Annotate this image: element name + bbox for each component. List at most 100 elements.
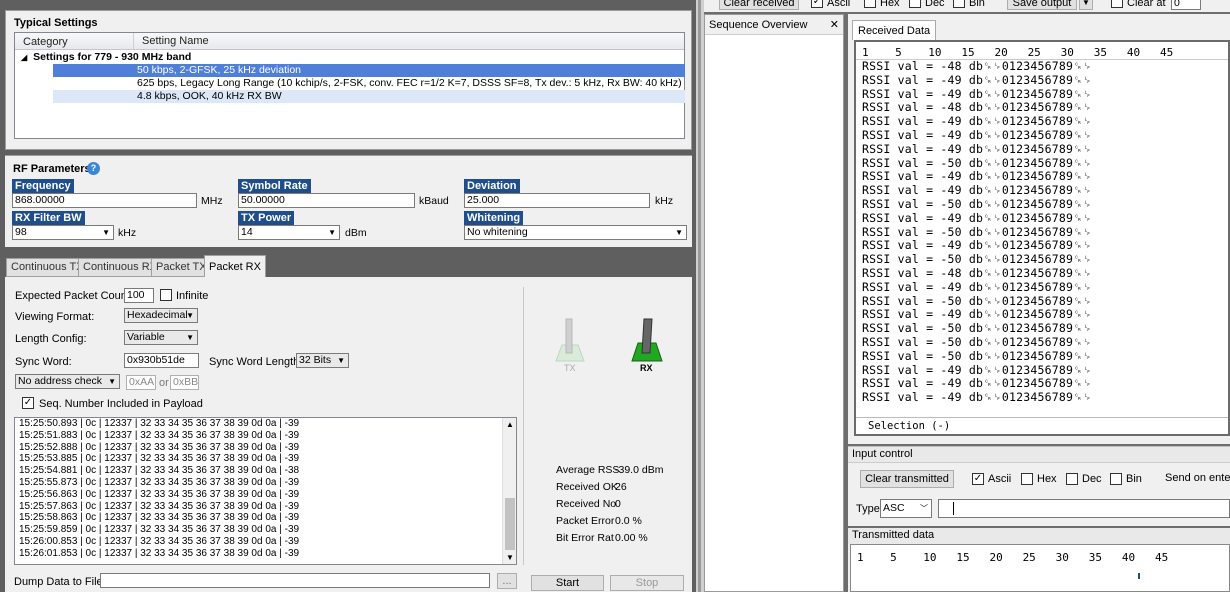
stop-button[interactable]: Stop — [610, 575, 684, 591]
packet-log[interactable]: 15:25:50.893 | 0c | 12337 | 32 33 34 35 … — [14, 417, 517, 565]
deviation-input[interactable]: 25.000 — [464, 193, 650, 208]
col-setting-header[interactable]: Setting Name — [133, 33, 209, 50]
dropdown-arrow-icon: ﹀ — [920, 504, 928, 513]
infinite-checkbox[interactable] — [160, 289, 172, 301]
scroll-up-icon[interactable]: ▲ — [506, 420, 514, 429]
collapse-triangle-icon[interactable]: ◢ — [21, 53, 27, 62]
bin-checkbox[interactable] — [1110, 473, 1122, 485]
address-2-input[interactable]: 0xBB — [170, 375, 199, 390]
whitening-select[interactable]: No whitening ▼ — [464, 225, 687, 240]
packet-log-line: 15:25:59.859 | 0c | 12337 | 32 33 34 35 … — [19, 524, 300, 536]
packet-log-scrollbar[interactable]: ▲ ▼ — [502, 418, 516, 564]
stat-label: Received OK — [556, 481, 618, 493]
transmit-input[interactable] — [938, 499, 1230, 518]
address-check-select[interactable]: No address check ▼ — [15, 374, 120, 389]
received-line: RSSI val = -49 db␍␊0123456789␍␊ — [862, 210, 1092, 225]
rx-switch-icon[interactable]: RX — [628, 315, 668, 375]
length-config-select[interactable]: Variable ▼ — [124, 330, 198, 345]
ascii-label: Ascii — [988, 473, 1012, 485]
length-config-value: Variable — [127, 331, 165, 343]
scroll-thumb[interactable] — [505, 498, 515, 550]
seq-number-checkbox[interactable]: ✓ — [22, 397, 34, 409]
received-data-view[interactable]: 1 5 10 15 20 25 30 35 40 45 RSSI val = -… — [854, 40, 1230, 436]
tab-continuous-rx[interactable]: Continuous RX — [78, 258, 162, 277]
sync-word-input[interactable]: 0x930b51de — [124, 353, 199, 368]
setting-row-selected[interactable]: 50 kbps, 2-GFSK, 25 kHz deviation — [53, 64, 685, 77]
type-select[interactable]: ASC ﹀ — [880, 499, 932, 518]
dropdown-arrow-icon: ▼ — [186, 333, 194, 342]
clear-transmitted-button[interactable]: Clear transmitted — [860, 470, 954, 488]
stat-label: Received No — [556, 498, 617, 510]
clear-received-button[interactable]: Clear received — [719, 0, 799, 10]
seq-number-label: Seq. Number Included in Payload — [39, 398, 203, 410]
tab-continuous-tx[interactable]: Continuous TX — [6, 258, 89, 277]
address-1-input[interactable]: 0xAA — [126, 375, 156, 390]
hex-label: Hex — [1037, 473, 1057, 485]
typical-settings-title: Typical Settings — [14, 17, 98, 29]
start-button[interactable]: Start — [531, 575, 604, 591]
received-line: RSSI val = -48 db␍␊0123456789␍␊ — [862, 265, 1092, 280]
group-label: Settings for 779 - 930 MHz band — [33, 51, 192, 63]
tab-packet-tx[interactable]: Packet TX — [151, 258, 212, 277]
viewing-format-select[interactable]: Hexadecimal ▼ — [124, 308, 198, 323]
rf-parameters-title: RF Parameters — [13, 163, 91, 175]
clear-at-checkbox[interactable] — [1111, 0, 1123, 8]
typical-settings-grid: Category Setting Name ◢ Settings for 779 … — [14, 32, 685, 139]
tab-packet-rx[interactable]: Packet RX — [204, 255, 266, 278]
tx-switch-icon[interactable]: TX — [550, 315, 590, 375]
received-data-panel: Received Data 1 5 10 15 20 25 30 35 40 4… — [848, 14, 1230, 444]
save-output-button[interactable]: Save output — [1007, 0, 1077, 10]
typical-settings-panel: Typical Settings Category Setting Name ◢… — [5, 10, 692, 150]
tx-cursor-mark — [1138, 573, 1140, 579]
received-line: RSSI val = -50 db␍␊0123456789␍␊ — [862, 321, 1092, 336]
selection-status: Selection (-) — [868, 420, 951, 432]
setting-row[interactable]: 4.8 kbps, OOK, 40 kHz RX BW — [53, 90, 685, 103]
received-line: RSSI val = -50 db␍␊0123456789␍␊ — [862, 348, 1092, 363]
rx-filter-bw-label: RX Filter BW — [12, 211, 85, 225]
packet-log-line: 15:25:56.863 | 0c | 12337 | 32 33 34 35 … — [19, 488, 300, 500]
tx-power-select[interactable]: 14 ▼ — [238, 225, 340, 240]
setting-row[interactable]: 625 bps, Legacy Long Range (10 kchip/s, … — [53, 77, 685, 90]
browse-button[interactable]: ... — [497, 573, 517, 589]
dump-file-input[interactable] — [100, 573, 490, 588]
received-line: RSSI val = -49 db␍␊0123456789␍␊ — [862, 238, 1092, 253]
save-output-dropdown-icon[interactable]: ▼ — [1079, 0, 1093, 10]
dropdown-arrow-icon: ▼ — [337, 356, 345, 365]
clear-at-input[interactable]: 0 — [1171, 0, 1201, 10]
scroll-down-icon[interactable]: ▼ — [506, 553, 514, 562]
setting-row-label: 625 bps, Legacy Long Range (10 kchip/s, … — [137, 77, 682, 89]
bin-checkbox[interactable] — [953, 0, 965, 8]
dec-checkbox[interactable] — [909, 0, 921, 8]
symbol-rate-unit: kBaud — [419, 195, 449, 207]
stat-value: 0.00 % — [615, 532, 648, 544]
type-value: ASC — [883, 502, 905, 514]
rx-filter-bw-value: 98 — [15, 226, 27, 238]
transmitted-data-view[interactable]: 1 5 10 15 20 25 30 35 40 45 — [850, 544, 1230, 592]
ascii-checkbox[interactable]: ✓ — [811, 0, 823, 8]
dropdown-arrow-icon: ▼ — [102, 228, 110, 237]
bin-label: Bin — [1126, 473, 1142, 485]
col-category-header[interactable]: Category — [23, 36, 68, 48]
symbol-rate-input[interactable]: 50.00000 — [238, 193, 415, 208]
hex-checkbox[interactable] — [1021, 473, 1033, 485]
ascii-label: Ascii — [827, 0, 851, 9]
help-icon[interactable]: ? — [87, 162, 100, 175]
whitening-label: Whitening — [464, 211, 524, 225]
type-label: Type — [856, 503, 880, 515]
frequency-input[interactable]: 868.00000 — [12, 193, 197, 208]
rx-filter-bw-select[interactable]: 98 ▼ — [12, 225, 114, 240]
tx-power-unit: dBm — [345, 227, 367, 239]
close-icon[interactable]: ✕ — [830, 15, 839, 35]
ascii-checkbox[interactable]: ✓ — [972, 473, 984, 485]
expected-count-input[interactable]: 100 — [124, 288, 154, 303]
column-ruler: 1 5 10 15 20 25 30 35 40 45 — [857, 551, 1169, 564]
viewing-format-value: Hexadecimal — [127, 309, 188, 321]
sync-word-length-select[interactable]: 32 Bits ▼ — [296, 353, 349, 368]
packet-log-line: 15:25:52.888 | 0c | 12337 | 32 33 34 35 … — [19, 441, 300, 453]
dec-checkbox[interactable] — [1066, 473, 1078, 485]
length-config-label: Length Config: — [15, 333, 87, 345]
group-row[interactable]: ◢ Settings for 779 - 930 MHz band — [21, 51, 191, 64]
received-line: RSSI val = -49 db␍␊0123456789␍␊ — [862, 86, 1092, 101]
tab-received-data[interactable]: Received Data — [852, 20, 937, 40]
hex-checkbox[interactable] — [864, 0, 876, 8]
